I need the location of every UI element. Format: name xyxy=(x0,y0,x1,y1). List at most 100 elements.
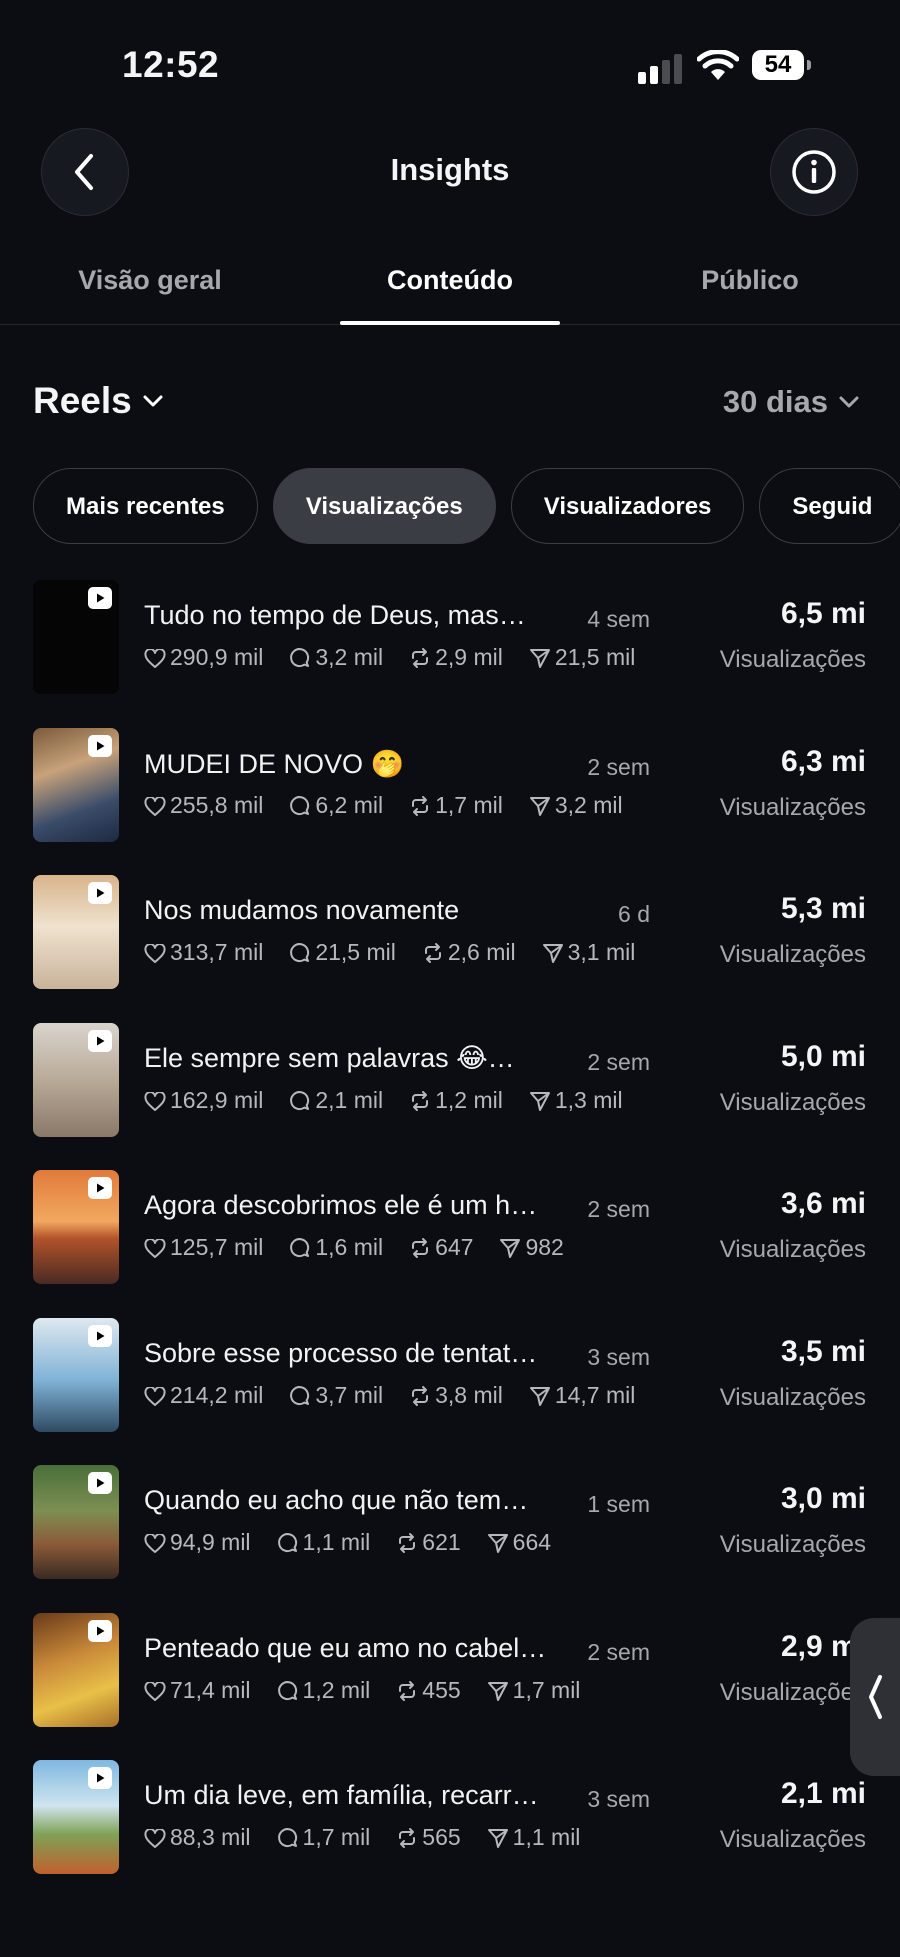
repost-icon xyxy=(412,1090,429,1111)
likes-stat: 125,7 mil xyxy=(144,1234,263,1261)
reel-play-icon xyxy=(97,888,105,898)
info-icon xyxy=(792,150,836,194)
reel-title-line: MUDEI DE NOVO 🤭 xyxy=(144,748,650,788)
reel-play-icon xyxy=(97,1036,105,1045)
comments-stat: 6,2 mil xyxy=(289,792,383,819)
reel-title: Quando eu acho que não tem… xyxy=(144,1485,529,1515)
reel-title: Penteado que eu amo no cabel… xyxy=(144,1632,547,1663)
reel-thumbnail xyxy=(33,1317,119,1432)
likes-count: 290,9 mil xyxy=(170,644,264,670)
reel-views-label: Visualizações xyxy=(719,793,866,821)
shares-stat: 14,7 mil xyxy=(529,1381,636,1409)
reposts-stat: 1,2 mil xyxy=(409,1087,503,1114)
reel-play-icon xyxy=(97,1626,105,1635)
reel-stats: 88,3 mil 1,7 mil 565 1,1 mil xyxy=(144,1824,650,1860)
reel-thumbnail xyxy=(33,580,119,694)
send-icon xyxy=(529,796,550,816)
comments-count: 1,2 mil xyxy=(302,1676,371,1703)
heart-icon xyxy=(144,1533,166,1553)
reel-row[interactable]: Quando eu acho que não tem… 1 sem 94,9 mil… xyxy=(0,1465,900,1613)
comments-count: 1,7 mil xyxy=(302,1824,371,1850)
chip-most-recent[interactable]: Mais recentes xyxy=(33,468,258,544)
content-type-dropdown[interactable]: Reels xyxy=(33,380,164,422)
comment-icon xyxy=(290,943,310,963)
chip-views[interactable]: Visualizações xyxy=(272,468,496,544)
shares-stat: 982 xyxy=(499,1234,564,1261)
comments-stat: 3,7 mil xyxy=(289,1382,383,1409)
reel-row[interactable]: Nos mudamos novamente 6 d 313,7 mil 21,5 mi… xyxy=(0,875,900,1023)
reel-views-value: 5,3 mi xyxy=(780,892,866,925)
sort-filter-chips: Mais recentes Visualizações Visualizadores… xyxy=(33,468,900,546)
likes-stat: 71,4 mil xyxy=(144,1677,251,1704)
reposts-count: 455 xyxy=(422,1676,461,1703)
send-icon xyxy=(487,1681,508,1701)
repost-icon xyxy=(399,1828,416,1848)
reel-play-icon xyxy=(97,593,105,603)
shares-stat: 664 xyxy=(487,1529,551,1556)
repost-icon xyxy=(412,795,429,816)
shares-count: 3,2 mil xyxy=(554,791,623,818)
reel-badge xyxy=(88,1324,112,1347)
reel-views-value: 3,5 mi xyxy=(780,1334,866,1368)
period-label: 30 dias xyxy=(722,384,828,419)
likes-count: 125,7 mil xyxy=(170,1234,264,1260)
side-panel-handle[interactable] xyxy=(850,1618,900,1776)
reel-stats: 71,4 mil 1,2 mil 455 1,7 mil xyxy=(144,1677,650,1713)
reel-views-label: Visualizações xyxy=(719,646,866,673)
reel-title-line: Quando eu acho que não tem… xyxy=(144,1485,650,1525)
reel-badge xyxy=(88,1177,112,1199)
reel-badge xyxy=(88,882,112,904)
reel-row[interactable]: Tudo no tempo de Deus, mas… 4 sem 290,9 mi… xyxy=(0,580,900,728)
info-button[interactable] xyxy=(770,128,858,216)
chip-viewers[interactable]: Visualizadores xyxy=(510,468,745,544)
likes-stat: 94,9 mil xyxy=(144,1529,251,1556)
heart-icon xyxy=(144,1828,166,1848)
reel-badge xyxy=(88,1767,112,1789)
reposts-stat: 621 xyxy=(396,1529,461,1556)
wifi-icon xyxy=(697,50,739,80)
send-icon xyxy=(542,944,563,963)
reel-play-icon xyxy=(97,1183,105,1193)
tab-content[interactable]: Conteúdo xyxy=(340,258,560,325)
reel-row[interactable]: Ele sempre sem palavras 😂… 2 sem 162,9 mil… xyxy=(0,1022,900,1171)
reel-age: 2 sem xyxy=(587,1048,650,1075)
chevron-down-icon xyxy=(143,395,163,407)
battery-icon: 54 xyxy=(752,50,811,80)
reel-stats: 125,7 mil 1,6 mil 647 982 xyxy=(144,1234,650,1270)
shares-count: 1,3 mil xyxy=(554,1086,623,1113)
repost-icon xyxy=(399,1680,416,1701)
reel-row[interactable]: Agora descobrimos ele é um h… 2 sem 125,7 … xyxy=(0,1170,900,1318)
comments-count: 21,5 mil xyxy=(315,939,396,965)
reel-title: Nos mudamos novamente xyxy=(144,895,460,925)
reel-badge xyxy=(88,1472,112,1494)
shares-count: 14,7 mil xyxy=(554,1381,636,1408)
reel-thumbnail xyxy=(33,1022,119,1137)
repost-icon xyxy=(424,943,441,963)
reel-title: Sobre esse processo de tentat… xyxy=(144,1337,538,1368)
repost-icon xyxy=(412,1238,429,1258)
reel-thumbnail xyxy=(33,1465,119,1579)
send-icon xyxy=(487,1829,508,1848)
reel-title: Um dia leve, em família, recarr… xyxy=(144,1780,539,1810)
comments-stat: 1,1 mil xyxy=(277,1529,370,1556)
heart-icon xyxy=(144,1090,166,1111)
reel-views-label: Visualizações xyxy=(719,1236,866,1263)
tab-overview[interactable]: Visão geral xyxy=(40,258,260,324)
reel-stats: 313,7 mil 21,5 mil 2,6 mil 3,1 mil xyxy=(144,939,650,975)
reel-row[interactable]: Sobre esse processo de tentat… 3 sem 214,2… xyxy=(0,1317,900,1466)
chip-followers[interactable]: Seguid xyxy=(759,468,900,544)
tab-audience[interactable]: Público xyxy=(640,258,860,324)
status-bar: 12:52 54 xyxy=(0,0,900,120)
heart-icon xyxy=(144,943,166,963)
reel-badge xyxy=(88,1029,112,1052)
status-time: 12:52 xyxy=(122,44,220,85)
reposts-count: 1,2 mil xyxy=(435,1086,503,1113)
reposts-stat: 3,8 mil xyxy=(409,1382,503,1409)
period-dropdown[interactable]: 30 dias xyxy=(723,384,860,420)
reel-age: 2 sem xyxy=(587,1638,650,1665)
reel-row[interactable]: Penteado que eu amo no cabel… 2 sem 71,4 m… xyxy=(0,1612,900,1761)
shares-count: 21,5 mil xyxy=(554,644,636,670)
reel-row[interactable]: MUDEI DE NOVO 🤭 2 sem 255,8 mil 6,2 mil 1,7 … xyxy=(0,727,900,876)
comments-count: 2,1 mil xyxy=(315,1086,384,1113)
reel-row[interactable]: Um dia leve, em família, recarr… 3 sem 88,… xyxy=(0,1760,900,1908)
